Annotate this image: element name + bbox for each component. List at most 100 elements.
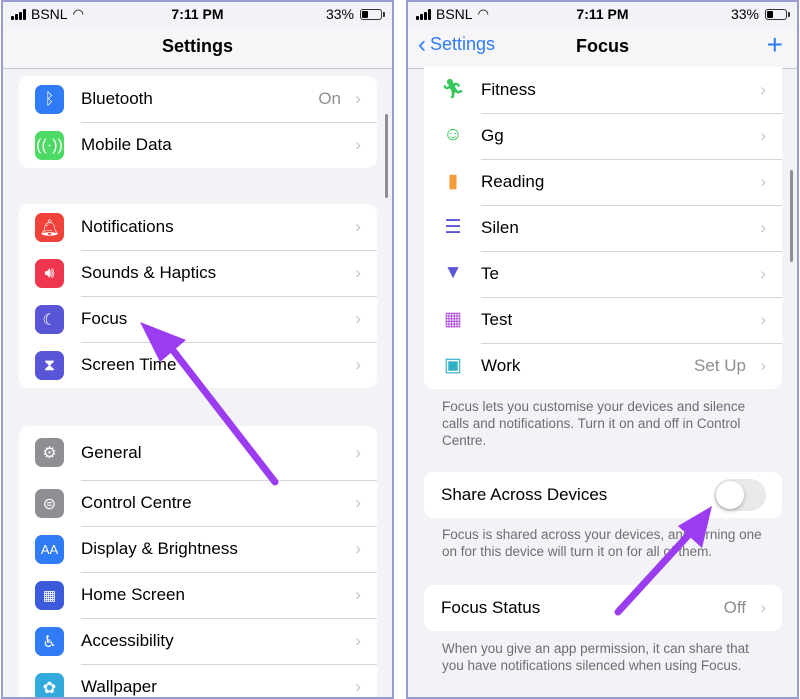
row-label: Reading bbox=[481, 172, 545, 191]
focus-status-description: When you give an app permission, it can … bbox=[442, 641, 749, 673]
focus-screen: BSNL ◠ 7:11 PM 33% ‹ Settings Focus + 🏃︎… bbox=[406, 0, 799, 699]
row-value: Off bbox=[723, 598, 746, 617]
chevron-right-icon: › bbox=[760, 264, 766, 283]
focus-status-group: Focus Status Off › bbox=[424, 585, 782, 631]
share-description: Focus is shared across your devices, and… bbox=[442, 527, 762, 559]
focus-row-silen[interactable]: ☰ Silen › bbox=[424, 205, 782, 251]
bluetooth-icon: ᛒ bbox=[35, 85, 64, 114]
settings-row-screen-time[interactable]: ⧗ Screen Time › bbox=[19, 342, 377, 388]
share-group: Share Across Devices bbox=[424, 472, 782, 518]
running-icon: 🏃︎ bbox=[440, 79, 466, 100]
nav-bar: ‹ Settings Focus + bbox=[408, 26, 797, 69]
focus-description: Focus lets you customise your devices an… bbox=[442, 399, 746, 448]
chevron-right-icon: › bbox=[355, 135, 361, 154]
focus-row-te[interactable]: ▼ Te › bbox=[424, 251, 782, 297]
chevron-right-icon: › bbox=[355, 217, 361, 236]
add-focus-button[interactable]: + bbox=[767, 30, 783, 60]
row-label: Focus Status bbox=[441, 598, 541, 617]
settings-row-general[interactable]: ⚙ General › bbox=[19, 426, 377, 480]
bell-icon: 🔔︎ bbox=[35, 213, 64, 242]
row-value: Set Up bbox=[694, 356, 746, 375]
chevron-right-icon: › bbox=[760, 172, 766, 191]
focus-row-test[interactable]: ▦ Test › bbox=[424, 297, 782, 343]
gear-icon: ⚙ bbox=[35, 438, 64, 467]
focus-status-row[interactable]: Focus Status Off › bbox=[424, 585, 782, 631]
settings-row-notifications[interactable]: 🔔︎ Notifications › bbox=[19, 204, 377, 250]
toggles-icon: ⊜ bbox=[35, 489, 64, 518]
row-label: Mobile Data bbox=[81, 135, 172, 154]
chevron-right-icon: › bbox=[355, 585, 361, 604]
chevron-right-icon: › bbox=[355, 443, 361, 462]
settings-row-control-centre[interactable]: ⊜ Control Centre › bbox=[19, 480, 377, 526]
app-grid-icon: ▦ bbox=[35, 581, 64, 610]
row-label: Bluetooth bbox=[81, 89, 153, 108]
status-bar: BSNL ◠ 7:11 PM 33% bbox=[3, 2, 392, 26]
share-across-devices-toggle[interactable] bbox=[714, 479, 766, 511]
settings-row-focus[interactable]: ☾ Focus › bbox=[19, 296, 377, 342]
settings-row-accessibility[interactable]: ♿︎ Accessibility › bbox=[19, 618, 377, 664]
settings-row-sounds[interactable]: 🔊︎ Sounds & Haptics › bbox=[19, 250, 377, 296]
id-badge-icon: ▣ bbox=[444, 354, 462, 376]
toggle-knob bbox=[716, 481, 744, 509]
text-size-icon: AA bbox=[35, 535, 64, 564]
chevron-right-icon: › bbox=[355, 539, 361, 558]
focus-row-reading[interactable]: ▮ Reading › bbox=[424, 159, 782, 205]
chevron-right-icon: › bbox=[355, 631, 361, 650]
page-title: Settings bbox=[161, 36, 233, 56]
chevron-right-icon: › bbox=[760, 126, 766, 145]
row-label: Home Screen bbox=[81, 585, 185, 604]
battery-percent: 33% bbox=[325, 6, 354, 22]
hourglass-icon: ⧗ bbox=[35, 351, 64, 380]
antenna-icon: ((·)) bbox=[35, 131, 64, 160]
scrollbar[interactable] bbox=[790, 170, 793, 262]
row-label: Accessibility bbox=[81, 631, 174, 650]
row-label: Sounds & Haptics bbox=[81, 263, 217, 282]
building-icon: ▦ bbox=[444, 308, 462, 330]
accessibility-icon: ♿︎ bbox=[35, 627, 64, 656]
row-label: Share Across Devices bbox=[441, 485, 608, 504]
general-group: ⚙ General › ⊜ Control Centre › AA Displa… bbox=[19, 426, 377, 697]
share-across-devices-row: Share Across Devices bbox=[424, 472, 782, 518]
chevron-right-icon: › bbox=[355, 677, 361, 696]
battery-percent: 33% bbox=[730, 6, 759, 22]
focus-row-gg[interactable]: ☺ Gg › bbox=[424, 113, 782, 159]
settings-row-wallpaper[interactable]: ✿ Wallpaper › bbox=[19, 664, 377, 697]
chevron-right-icon: › bbox=[355, 493, 361, 512]
connectivity-group: ᛒ Bluetooth On › ((·)) Mobile Data › bbox=[19, 76, 377, 168]
settings-row-mobile-data[interactable]: ((·)) Mobile Data › bbox=[19, 122, 377, 168]
chevron-right-icon: › bbox=[760, 598, 766, 617]
chevron-right-icon: › bbox=[760, 310, 766, 329]
book-icon: ▮ bbox=[447, 170, 459, 192]
chevron-right-icon: › bbox=[760, 218, 766, 237]
chevron-right-icon: › bbox=[760, 356, 766, 375]
settings-row-display[interactable]: AA Display & Brightness › bbox=[19, 526, 377, 572]
settings-row-bluetooth[interactable]: ᛒ Bluetooth On › bbox=[19, 76, 377, 122]
smiley-icon: ☺ bbox=[443, 124, 463, 145]
row-label: General bbox=[81, 443, 142, 462]
chevron-right-icon: › bbox=[355, 89, 361, 108]
chevron-right-icon: › bbox=[355, 263, 361, 282]
row-label: Work bbox=[481, 356, 521, 375]
bookmark-icon: ▼ bbox=[443, 262, 463, 283]
flower-icon: ✿ bbox=[35, 673, 64, 697]
focus-row-fitness[interactable]: 🏃︎ Fitness › bbox=[424, 67, 782, 113]
page-title: Focus bbox=[575, 36, 629, 56]
chevron-right-icon: › bbox=[355, 309, 361, 328]
scrollbar[interactable] bbox=[385, 114, 388, 198]
status-bar: BSNL ◠ 7:11 PM 33% bbox=[408, 2, 797, 26]
settings-row-home-screen[interactable]: ▦ Home Screen › bbox=[19, 572, 377, 618]
focus-row-work[interactable]: ▣ Work Set Up › bbox=[424, 343, 782, 389]
row-label: Wallpaper bbox=[81, 677, 157, 696]
row-label: Te bbox=[481, 264, 499, 283]
focus-list: 🏃︎ Fitness › ☺ Gg › ▮ Reading › ☰ Silen … bbox=[424, 67, 782, 389]
speaker-icon: 🔊︎ bbox=[35, 259, 64, 288]
nav-bar: Settings bbox=[3, 26, 392, 69]
row-label: Control Centre bbox=[81, 493, 192, 512]
row-label: Focus bbox=[81, 309, 128, 328]
row-label: Fitness bbox=[481, 80, 536, 99]
row-label: Screen Time bbox=[81, 355, 177, 374]
row-label: Test bbox=[481, 310, 513, 329]
chevron-right-icon: › bbox=[355, 355, 361, 374]
list-icon: ☰ bbox=[444, 216, 462, 238]
notifications-group: 🔔︎ Notifications › 🔊︎ Sounds & Haptics ›… bbox=[19, 204, 377, 388]
